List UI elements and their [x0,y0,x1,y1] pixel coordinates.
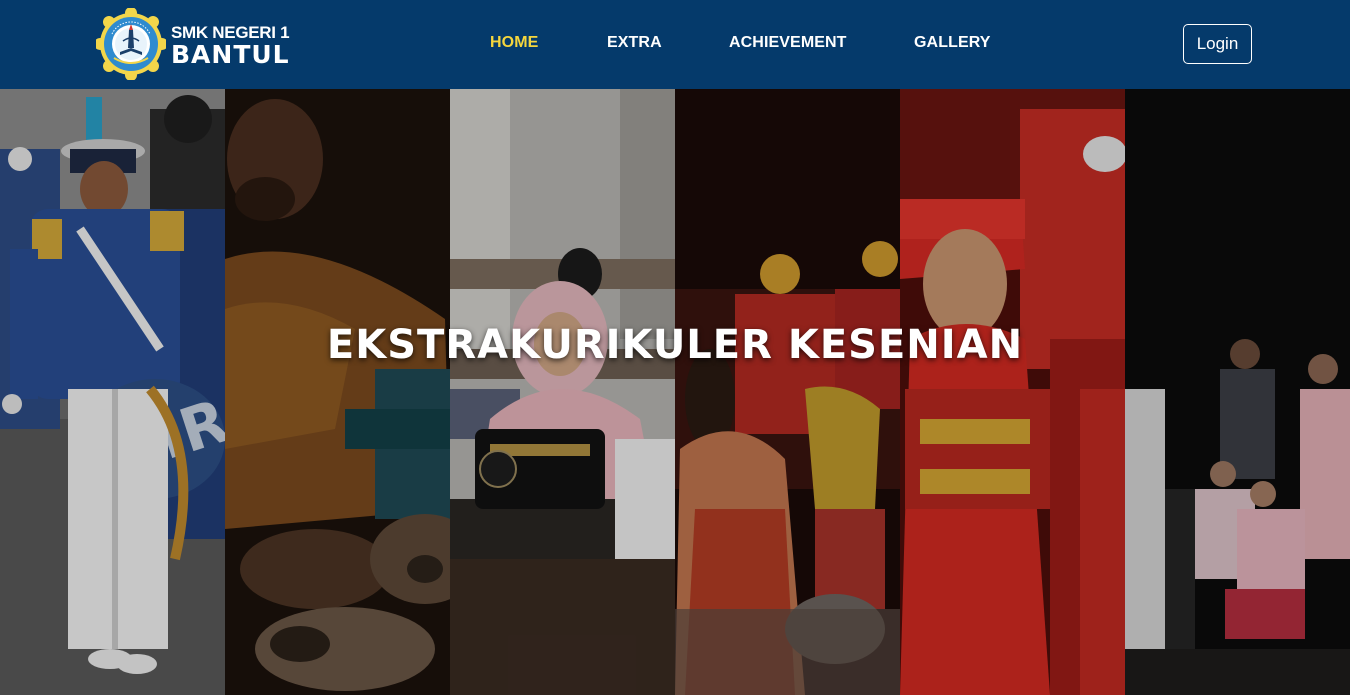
login-button[interactable]: Login [1183,24,1252,64]
dancer-closeup-photo [900,89,1125,695]
theater-photo [1125,89,1350,695]
traditional-dance-photo [675,89,900,695]
school-emblem-icon [96,8,166,80]
sewing-photo [450,89,675,695]
brand-text: SMK NEGERI 1 BANTUL [171,22,290,67]
hero-banner: DIR [0,89,1350,695]
brand-name-line1: SMK NEGERI 1 [171,22,290,42]
brand-logo-link[interactable]: SMK NEGERI 1 BANTUL [96,8,306,80]
nav-link-home[interactable]: HOME [490,34,538,52]
nav-link-extra[interactable]: EXTRA [607,34,662,52]
marching-band-photo: DIR [0,89,225,695]
nav-link-gallery[interactable]: GALLERY [914,34,991,52]
nav-link-achievement[interactable]: ACHIEVEMENT [729,34,847,52]
brand-name-line2: BANTUL [171,39,290,69]
top-navbar: SMK NEGERI 1 BANTUL HOME EXTRA ACHIEVEME… [0,0,1350,89]
gamelan-photo [225,89,450,695]
hero-title: EKSTRAKURIKULER KESENIAN [326,322,1024,368]
